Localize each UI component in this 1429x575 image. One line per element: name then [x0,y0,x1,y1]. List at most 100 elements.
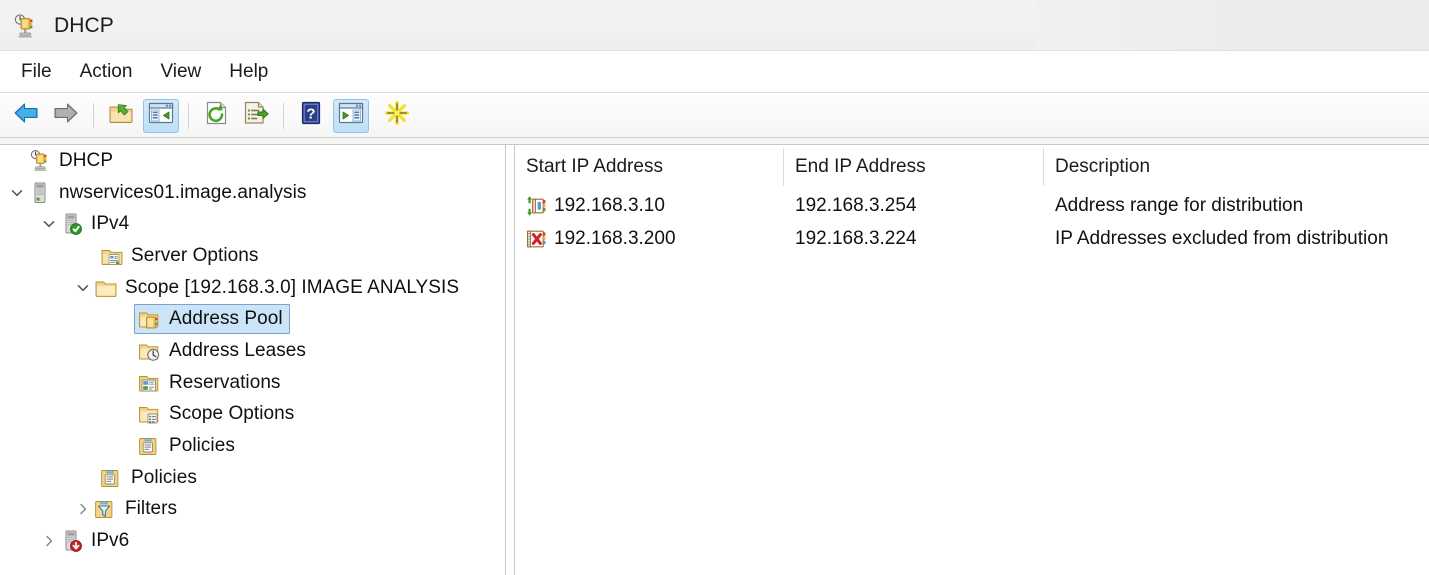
tree-item-scope-options[interactable]: Scope Options [0,399,505,431]
show-hide-action-pane-button[interactable] [333,98,369,133]
cell-end-ip: 192.168.3.254 [795,194,917,216]
menu-help[interactable]: Help [218,58,279,86]
column-header-end-ip[interactable]: End IP Address [784,145,1044,189]
title-bar: DHCP [0,0,1429,51]
action-pane-icon [338,102,364,129]
tree-chevron-placeholder [6,145,28,176]
help-question-icon: ? [300,101,322,130]
tree-item-label: Scope [192.168.3.0] IMAGE ANALYSIS [125,276,460,298]
exclusion-range-icon [526,228,548,250]
tree-item-dhcp[interactable]: DHCP [0,145,505,177]
menu-bar: File Action View Help [0,51,1429,93]
reservations-folder-icon [138,371,162,395]
toolbar: ? [0,93,1429,138]
tree-item-label: Address Pool [169,308,283,330]
dhcp-root-icon [28,149,52,173]
tree-item-server[interactable]: nwservices01.image.analysis [0,177,505,209]
refresh-button[interactable] [198,99,234,133]
tree-item-filters[interactable]: Filters [0,494,505,526]
svg-text:?: ? [306,106,315,123]
tree-item-label: Server Options [131,244,259,266]
tree-item-ipv4-policies[interactable]: Policies [0,462,505,494]
filters-folder-icon [94,497,118,521]
list-column-headers: Start IP Address End IP Address Descript… [515,145,1429,189]
toolbar-separator-2 [188,102,189,129]
column-header-label: Description [1055,156,1151,177]
cell-description: IP Addresses excluded from distribution [1055,227,1389,249]
ipv6-server-down-icon [60,529,84,553]
ipv4-server-ok-icon [60,212,84,236]
column-header-label: Start IP Address [526,156,663,177]
chevron-right-icon[interactable] [72,494,94,525]
tree-item-label: Address Leases [169,339,306,361]
back-button[interactable] [8,99,44,133]
export-list-button[interactable] [238,99,274,133]
cell-start-ip: 192.168.3.200 [515,228,784,250]
tree-item-address-pool[interactable]: Address Pool [0,303,505,335]
dhcp-server-icon [12,13,38,39]
cell-value: 192.168.3.200 [554,227,676,249]
tree-item-label: Policies [131,466,197,488]
tree-item-label: Reservations [169,371,281,393]
tree-item-label: nwservices01.image.analysis [59,181,307,203]
chevron-down-icon[interactable] [6,177,28,208]
address-pool-row-range[interactable]: 192.168.3.10 192.168.3.254 Address range… [515,189,1429,222]
menu-file[interactable]: File [10,58,63,86]
toolbar-separator-1 [93,102,94,129]
back-arrow-icon [12,101,40,130]
show-hide-console-tree-button[interactable] [143,98,179,133]
chevron-right-icon[interactable] [38,526,60,557]
tree-item-reservations[interactable]: Reservations [0,367,505,399]
address-range-icon [526,195,548,217]
forward-arrow-icon [52,101,80,130]
refresh-icon [204,101,229,130]
console-tree-pane[interactable]: DHCP nwservices01.image.analysis IPv4 Se… [0,145,506,575]
console-tree-icon [148,102,174,129]
tree-item-scope-policies[interactable]: Policies [0,430,505,462]
server-icon [28,181,52,205]
cell-value: 192.168.3.10 [554,194,665,216]
column-header-start-ip[interactable]: Start IP Address [515,145,784,189]
menu-action[interactable]: Action [69,58,144,86]
new-item-button[interactable] [379,99,415,133]
up-folder-icon [108,101,134,130]
address-pool-row-exclusion[interactable]: 192.168.3.200 192.168.3.224 IP Addresses… [515,222,1429,255]
scope-folder-icon [94,276,118,300]
tree-item-scope[interactable]: Scope [192.168.3.0] IMAGE ANALYSIS [0,272,505,304]
server-options-folder-icon [100,244,124,268]
tree-item-label: IPv6 [91,530,130,552]
window-title: DHCP [54,13,114,37]
forward-button[interactable] [48,99,84,133]
address-pool-folder-icon [138,307,162,331]
dhcp-console-window: DHCP File Action View Help ? DHCP nwserv… [0,0,1429,575]
column-header-description[interactable]: Description [1044,145,1429,189]
cell-start-ip: 192.168.3.10 [515,195,784,217]
tree-item-label: IPv4 [91,213,130,235]
content-area: DHCP nwservices01.image.analysis IPv4 Se… [0,145,1429,575]
tree-item-address-leases[interactable]: Address Leases [0,335,505,367]
tree-item-ipv4[interactable]: IPv4 [0,208,505,240]
cell-end-ip: 192.168.3.224 [795,227,917,249]
tree-item-ipv6[interactable]: IPv6 [0,525,505,557]
up-one-level-button[interactable] [103,99,139,133]
address-pool-list-pane[interactable]: Start IP Address End IP Address Descript… [514,145,1429,575]
tree-item-label: DHCP [59,149,114,171]
sparkle-star-icon [384,100,410,131]
pane-splitter[interactable] [507,145,514,575]
toolbar-separator-3 [283,102,284,129]
tree-item-label: Policies [169,435,235,457]
tree-item-label: Filters [125,498,178,520]
export-list-icon [243,101,269,130]
column-header-label: End IP Address [795,156,926,177]
policies-folder-icon [100,466,124,490]
tree-selection-highlight: Address Pool [134,304,290,335]
help-button[interactable]: ? [293,99,329,133]
chevron-down-icon[interactable] [38,209,60,240]
address-leases-folder-icon [138,339,162,363]
chevron-down-icon[interactable] [72,272,94,303]
title-bar-shade [1035,0,1429,51]
cell-description: Address range for distribution [1055,194,1304,216]
menu-view[interactable]: View [149,58,212,86]
tree-item-server-options[interactable]: Server Options [0,240,505,272]
tree-item-label: Scope Options [169,403,295,425]
